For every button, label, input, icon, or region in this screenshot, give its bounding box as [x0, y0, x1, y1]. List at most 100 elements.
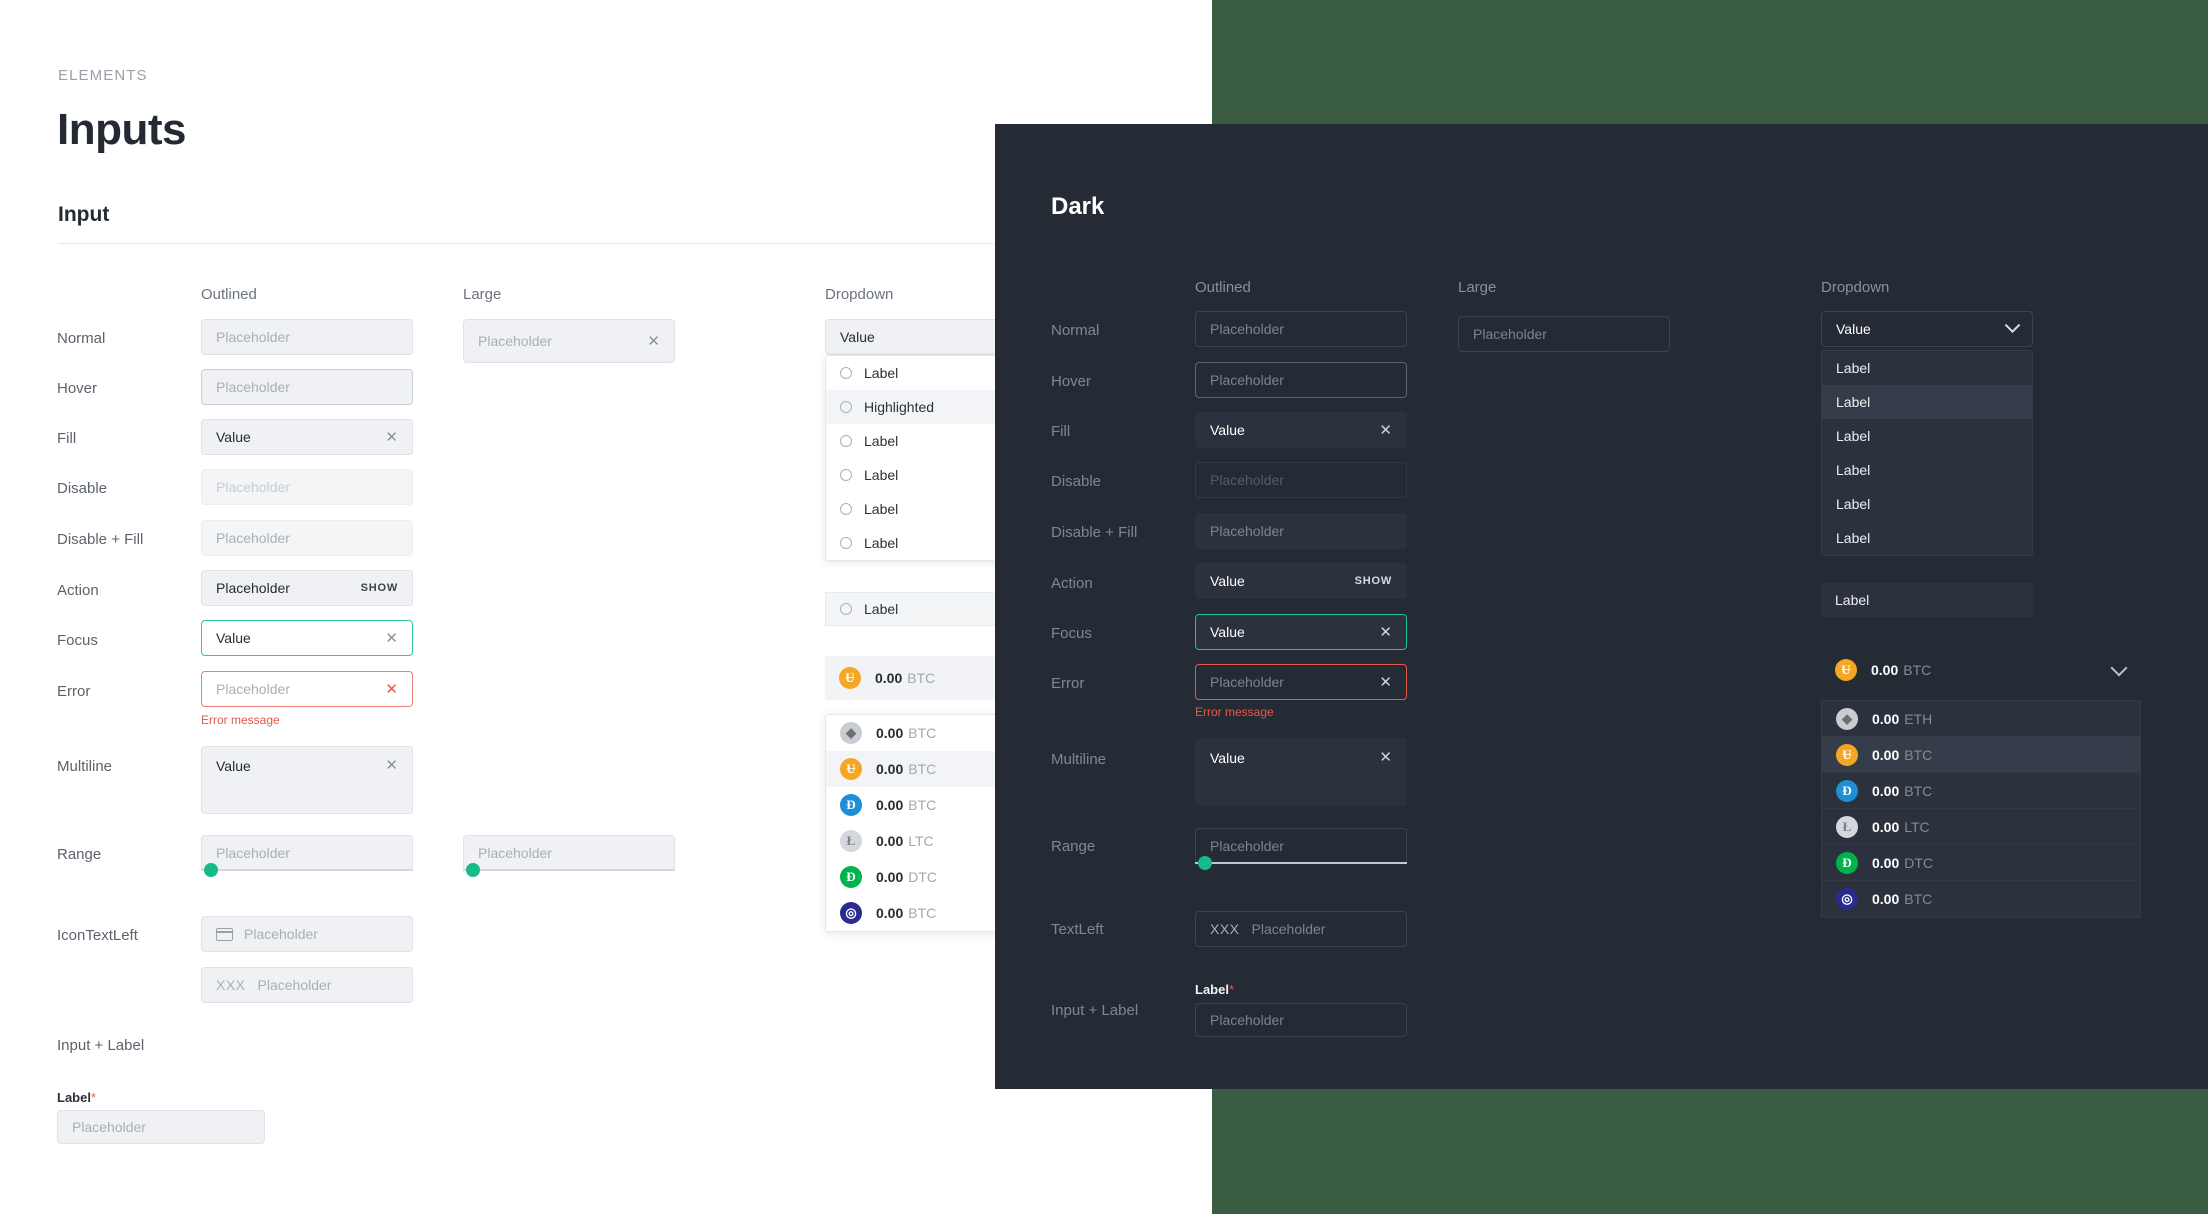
- radio-icon[interactable]: [840, 537, 852, 549]
- dropdown-option[interactable]: Label: [1822, 487, 2032, 521]
- dark-input-fill[interactable]: Value ✕: [1195, 412, 1407, 448]
- crypto-option[interactable]: ◆ 0.00 ETH: [1822, 701, 2140, 737]
- input-placeholder: Placeholder: [1251, 921, 1326, 937]
- dark-input-action[interactable]: Value SHOW: [1195, 563, 1407, 599]
- input-placeholder: Placeholder: [72, 1119, 146, 1135]
- crypto-amount: 0.00: [1872, 746, 1900, 763]
- dark-column-header-dropdown: Dropdown: [1821, 279, 1890, 296]
- input-outlined-action[interactable]: Placeholder SHOW: [201, 570, 413, 606]
- radio-icon[interactable]: [840, 401, 852, 413]
- dark-crypto-menu[interactable]: ◆ 0.00 ETH Ʉ 0.00 BTC Đ 0.00 BTC Ł 0.00 …: [1821, 700, 2141, 918]
- dark-crypto-selected[interactable]: Ʉ 0.00 BTC: [1821, 648, 2128, 692]
- dropdown-selected-value: Value: [840, 329, 875, 345]
- row-label-hover: Hover: [57, 380, 98, 397]
- radio-icon[interactable]: [840, 435, 852, 447]
- crypto-option[interactable]: Ð 0.00 DTC: [1822, 845, 2140, 881]
- dogecoin-icon: Ð: [840, 866, 862, 888]
- bitcoin-icon: Ʉ: [839, 667, 861, 689]
- show-password-button[interactable]: SHOW: [361, 582, 398, 594]
- input-outlined-focus[interactable]: Value ✕: [201, 620, 413, 656]
- dark-input-normal[interactable]: Placeholder: [1195, 311, 1407, 347]
- dark-input-error[interactable]: Placeholder ✕: [1195, 664, 1407, 700]
- input-placeholder: Placeholder: [1210, 523, 1284, 539]
- dropdown-option-label: Label: [864, 467, 899, 483]
- input-text-left-prefix[interactable]: XXX Placeholder: [201, 967, 413, 1003]
- crypto-ticker: LTC: [908, 833, 934, 849]
- dark-input-text-left[interactable]: XXX Placeholder: [1195, 911, 1407, 947]
- crypto-ticker: BTC: [908, 761, 937, 777]
- input-outlined-error[interactable]: Placeholder ✕: [201, 671, 413, 707]
- dark-input-focus[interactable]: Value ✕: [1195, 614, 1407, 650]
- input-outlined-disable: Placeholder: [201, 469, 413, 505]
- dropdown-option[interactable]: Label: [1822, 453, 2032, 487]
- zcoin-icon: ◎: [840, 902, 862, 924]
- dark-input-multiline[interactable]: Value ✕: [1195, 738, 1407, 806]
- input-outlined-fill[interactable]: Value ✕: [201, 419, 413, 455]
- input-outlined-normal[interactable]: Placeholder: [201, 319, 413, 355]
- dropdown-option-label: Label: [1836, 394, 1871, 410]
- dropdown-option[interactable]: Label: [1822, 419, 2032, 453]
- dark-row-label-normal: Normal: [1051, 322, 1100, 339]
- range-thumb[interactable]: [204, 863, 218, 877]
- breadcrumb-eyebrow: ELEMENTS: [58, 67, 148, 84]
- dropdown-option-label: Label: [1835, 592, 1870, 608]
- range-thumb[interactable]: [1198, 856, 1212, 870]
- dark-range-slider[interactable]: [1195, 828, 1407, 870]
- crypto-amount: 0.00: [1872, 782, 1900, 799]
- range-thumb[interactable]: [466, 863, 480, 877]
- clear-icon[interactable]: ✕: [385, 430, 398, 445]
- clear-icon[interactable]: ✕: [385, 631, 398, 646]
- radio-icon[interactable]: [840, 469, 852, 481]
- input-with-label[interactable]: Placeholder: [57, 1110, 265, 1144]
- input-outlined-multiline[interactable]: Value ✕: [201, 746, 413, 814]
- crypto-option[interactable]: ◎ 0.00 BTC: [1822, 881, 2140, 917]
- clear-icon[interactable]: ✕: [385, 758, 398, 773]
- dark-column-header-outlined: Outlined: [1195, 279, 1251, 296]
- error-message: Error message: [201, 713, 280, 727]
- clear-icon[interactable]: ✕: [1379, 750, 1392, 765]
- crypto-option[interactable]: Ł 0.00 LTC: [1822, 809, 2140, 845]
- clear-icon[interactable]: ✕: [1379, 625, 1392, 640]
- clear-icon[interactable]: ✕: [385, 682, 398, 697]
- dark-dropdown-trigger[interactable]: Value: [1821, 311, 2033, 347]
- screenshot-root: ELEMENTS Inputs Input Outlined Large Dro…: [0, 0, 2208, 1214]
- show-password-button[interactable]: SHOW: [1355, 575, 1392, 587]
- crypto-option[interactable]: Ʉ 0.00 BTC: [1822, 737, 2140, 773]
- range-slider-large[interactable]: [463, 835, 675, 877]
- dark-input-disable: Placeholder: [1195, 462, 1407, 498]
- dark-dropdown-option-standalone[interactable]: Label: [1821, 583, 2033, 617]
- input-placeholder: Placeholder: [1210, 321, 1284, 337]
- dark-input-hover[interactable]: Placeholder: [1195, 362, 1407, 398]
- clear-icon[interactable]: ✕: [647, 334, 660, 349]
- prefix-text: XXX: [216, 977, 246, 993]
- radio-icon[interactable]: [840, 503, 852, 515]
- input-outlined-hover[interactable]: Placeholder: [201, 369, 413, 405]
- dropdown-option[interactable]: Label: [1822, 351, 2032, 385]
- row-label-focus: Focus: [57, 632, 98, 649]
- dropdown-option-label: Label: [1836, 360, 1871, 376]
- input-large-normal[interactable]: Placeholder ✕: [463, 319, 675, 363]
- radio-icon[interactable]: [840, 367, 852, 379]
- dark-input-with-label[interactable]: Placeholder: [1195, 1003, 1407, 1037]
- crypto-amount: 0.00: [876, 869, 904, 885]
- crypto-ticker: BTC: [1903, 662, 1932, 678]
- crypto-option[interactable]: Đ 0.00 BTC: [1822, 773, 2140, 809]
- dropdown-option-label: Label: [1836, 496, 1871, 512]
- crypto-ticker: BTC: [908, 797, 937, 813]
- dark-dropdown-menu[interactable]: Label Label Label Label Label Label: [1821, 350, 2033, 556]
- radio-icon[interactable]: [840, 603, 852, 615]
- chevron-down-icon[interactable]: [2004, 316, 2021, 333]
- required-asterisk: *: [1228, 982, 1235, 997]
- dropdown-option[interactable]: Label: [1822, 521, 2032, 555]
- range-slider[interactable]: [201, 835, 413, 877]
- ethereum-icon: ◆: [840, 722, 862, 744]
- dark-input-large-normal[interactable]: Placeholder: [1458, 316, 1670, 352]
- clear-icon[interactable]: ✕: [1379, 423, 1392, 438]
- crypto-ticker: BTC: [907, 670, 936, 686]
- page-title: Inputs: [57, 105, 186, 154]
- dark-row-label-action: Action: [1051, 575, 1093, 592]
- dropdown-option[interactable]: Label: [1822, 385, 2032, 419]
- input-icon-text-left[interactable]: Placeholder: [201, 916, 413, 952]
- clear-icon[interactable]: ✕: [1379, 675, 1392, 690]
- input-placeholder: Placeholder: [1210, 372, 1284, 388]
